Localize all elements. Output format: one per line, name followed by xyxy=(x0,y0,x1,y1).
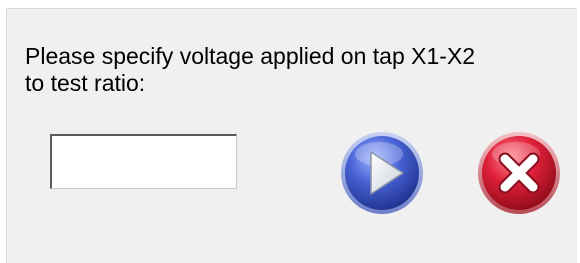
close-icon xyxy=(478,132,560,214)
play-arrow-icon xyxy=(341,132,423,214)
voltage-dialog: Please specify voltage applied on tap X1… xyxy=(6,8,577,263)
voltage-input[interactable] xyxy=(50,134,237,189)
confirm-button[interactable] xyxy=(339,130,425,216)
voltage-prompt-text: Please specify voltage applied on tap X1… xyxy=(25,43,476,96)
cancel-button[interactable] xyxy=(476,130,562,216)
